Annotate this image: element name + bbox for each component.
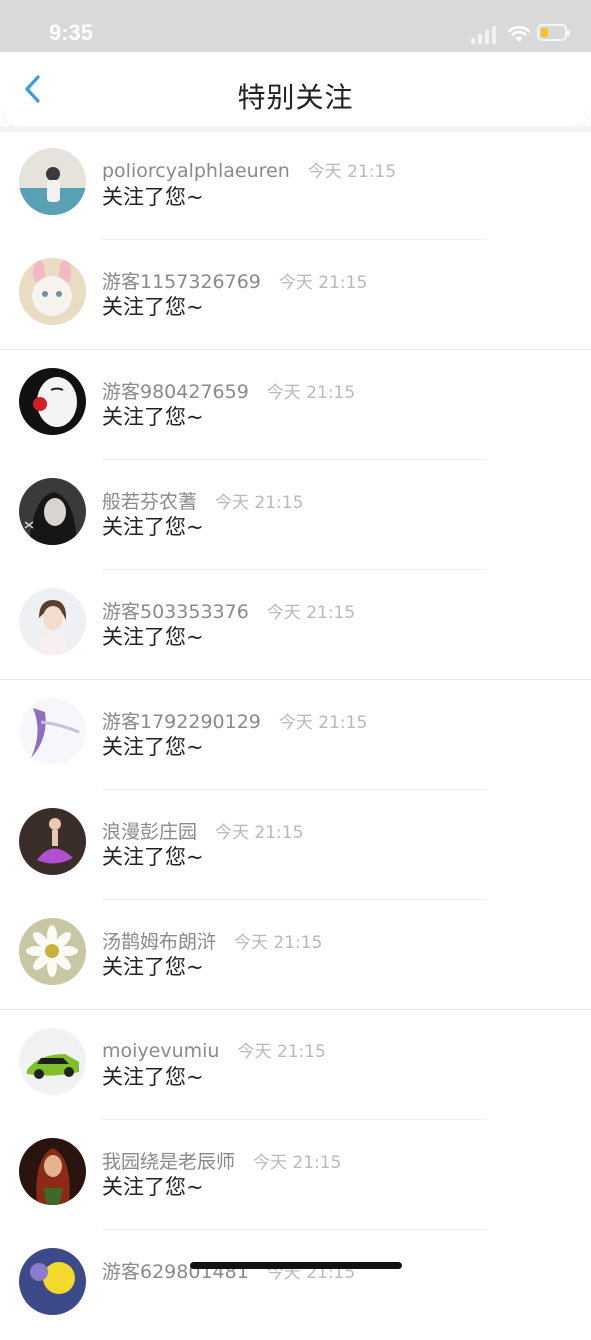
user-name[interactable]: moiyevumiu — [102, 1040, 219, 1062]
user-name[interactable]: 游客1792290129 — [102, 711, 261, 733]
time-label: 今天 21:15 — [253, 1153, 342, 1173]
time-label: 今天 21:15 — [215, 823, 304, 843]
list-item[interactable]: 游客1792290129 今天 21:15 关注了您~ — [0, 680, 591, 790]
message-text: 关注了您~ — [102, 515, 204, 539]
list-item[interactable]: 游客629801481 今天 21:15 — [0, 1230, 591, 1340]
user-name[interactable]: 汤鹊姆布朗浒 — [102, 931, 216, 953]
list-item[interactable]: 我园绕是老辰师 今天 21:15 关注了您~ — [0, 1120, 591, 1230]
list-item[interactable]: 游客980427659 今天 21:15 关注了您~ — [0, 350, 591, 460]
avatar — [19, 1138, 86, 1205]
status-bar: 9:35 — [0, 0, 591, 52]
user-name[interactable]: 我园绕是老辰师 — [102, 1151, 235, 1173]
battery-icon — [537, 24, 570, 41]
time-label: 今天 21:15 — [215, 493, 304, 513]
user-name[interactable]: 般若芬农蓍 — [102, 491, 197, 513]
battery-level — [541, 28, 548, 37]
message-text: 关注了您~ — [102, 845, 204, 869]
time-label: 今天 21:15 — [234, 933, 323, 953]
avatar — [19, 808, 86, 875]
user-name[interactable]: 游客980427659 — [102, 381, 249, 403]
avatar — [19, 698, 86, 765]
time-label: 今天 21:15 — [266, 383, 356, 403]
message-text: 关注了您~ — [102, 405, 204, 429]
avatar — [19, 478, 86, 545]
avatar — [19, 368, 86, 435]
message-text: 关注了您~ — [102, 1065, 204, 1089]
list-item[interactable]: moiyevumiu 今天 21:15 关注了您~ — [0, 1010, 591, 1120]
user-name[interactable]: 浪漫彭庄园 — [102, 821, 197, 843]
list-item[interactable]: poliorcyalphlaeuren 今天 21:15 关注了您~ — [0, 130, 591, 240]
list-item[interactable]: 汤鹊姆布朗浒 今天 21:15 关注了您~ — [0, 900, 591, 1010]
time-label: 今天 21:15 — [307, 162, 397, 182]
time-label: 今天 21:15 — [237, 1042, 326, 1062]
list-item[interactable]: 般若芬农蓍 今天 21:15 关注了您~ — [0, 460, 591, 570]
avatar — [19, 1028, 86, 1095]
message-text: 关注了您~ — [102, 735, 204, 759]
signal-icon — [471, 24, 499, 44]
avatar — [19, 148, 86, 215]
time-label: 今天 21:15 — [266, 603, 356, 623]
message-text: 关注了您~ — [102, 185, 204, 209]
home-indicator[interactable] — [190, 1262, 402, 1269]
avatar — [19, 588, 86, 655]
time-label: 今天 21:15 — [278, 273, 368, 293]
list-item[interactable]: 游客1157326769 今天 21:15 关注了您~ — [0, 240, 591, 350]
wifi-icon — [508, 25, 530, 42]
status-time: 9:35 — [49, 20, 94, 45]
avatar — [19, 1248, 86, 1315]
time-label: 今天 21:15 — [278, 713, 368, 733]
user-name[interactable]: 游客1157326769 — [102, 271, 261, 293]
list-item[interactable]: 浪漫彭庄园 今天 21:15 关注了您~ — [0, 790, 591, 900]
message-text: 关注了您~ — [102, 295, 204, 319]
avatar — [19, 258, 86, 325]
user-name[interactable]: 游客503353376 — [102, 601, 249, 623]
message-text: 关注了您~ — [102, 625, 204, 649]
avatar — [19, 918, 86, 985]
message-text: 关注了您~ — [102, 955, 204, 979]
user-name[interactable]: poliorcyalphlaeuren — [102, 160, 290, 182]
nav-bar: 特别关注 — [0, 52, 591, 126]
page-title: 特别关注 — [237, 81, 354, 114]
list-item[interactable]: 游客503353376 今天 21:15 关注了您~ — [0, 570, 591, 680]
follow-list: poliorcyalphlaeuren 今天 21:15 关注了您~ 游客1157… — [0, 130, 591, 1340]
message-text: 关注了您~ — [102, 1175, 204, 1199]
